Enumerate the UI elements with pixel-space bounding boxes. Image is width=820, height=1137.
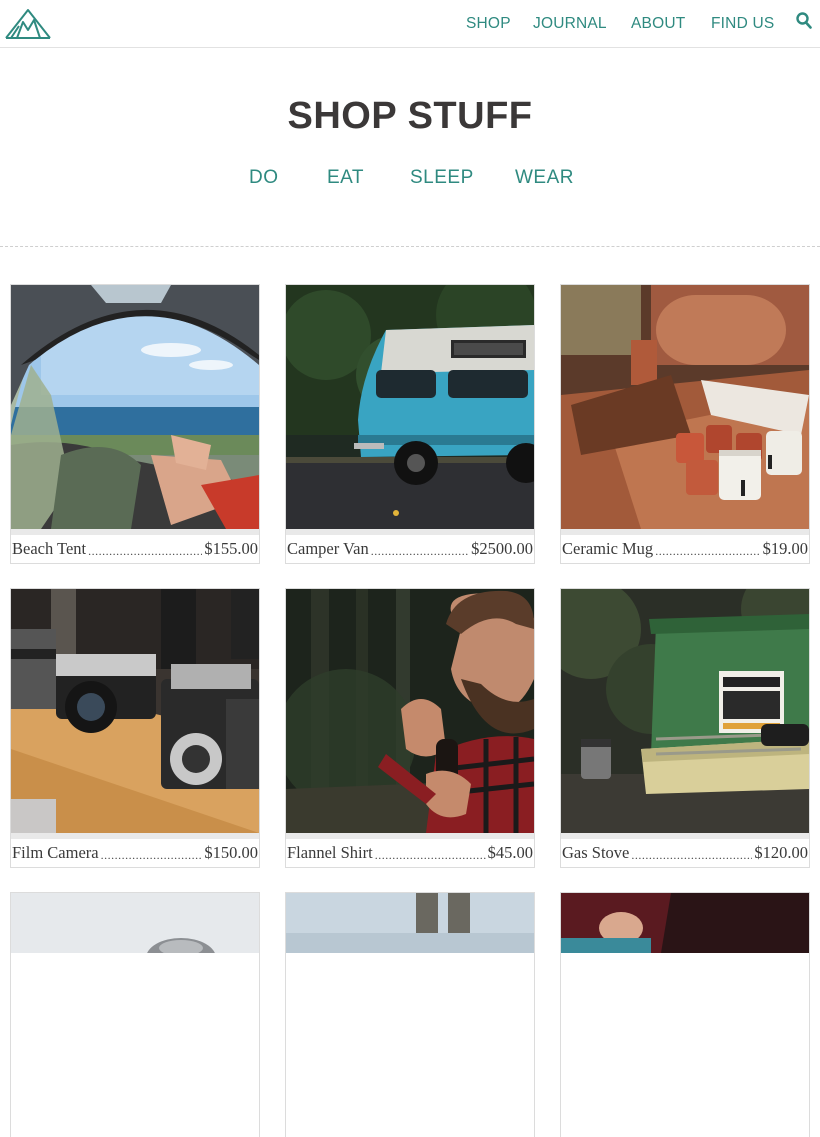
product-caption: Gas Stove ..............................… <box>561 839 809 867</box>
leader-dots: ........................................… <box>88 543 202 558</box>
leader-dots: ........................................… <box>655 543 761 558</box>
product-caption: Camper Van .............................… <box>286 535 534 563</box>
leader-dots: ........................................… <box>631 847 752 862</box>
blue-van-photo[interactable] <box>286 285 534 529</box>
product-card-camper-van[interactable]: Camper Van .............................… <box>285 284 535 564</box>
product-card-partial[interactable] <box>10 892 260 1137</box>
product-price: $155.00 <box>204 539 258 558</box>
product-card-ceramic-mug[interactable]: Ceramic Mug ............................… <box>560 284 810 564</box>
nav-find-us[interactable]: FIND US <box>711 15 774 33</box>
product-name: Flannel Shirt <box>287 843 373 862</box>
product-card-flannel-shirt[interactable]: Flannel Shirt ..........................… <box>285 588 535 868</box>
product-card-partial[interactable] <box>285 892 535 1137</box>
product-price: $2500.00 <box>471 539 533 558</box>
category-sleep[interactable]: SLEEP <box>410 167 474 189</box>
leader-dots: ........................................… <box>100 847 203 862</box>
tent-beach-photo[interactable] <box>11 285 259 529</box>
product-name: Ceramic Mug <box>562 539 654 558</box>
nav-journal[interactable]: JOURNAL <box>533 15 607 33</box>
product-price: $19.00 <box>762 539 808 558</box>
product-name: Camper Van <box>287 539 369 558</box>
cameras-shelf-photo[interactable] <box>11 589 259 833</box>
product-name: Gas Stove <box>562 843 630 862</box>
search-icon[interactable] <box>796 12 812 30</box>
tent-logo-icon[interactable] <box>5 8 52 40</box>
product-photo-partial[interactable] <box>561 893 809 1137</box>
product-caption: Film Camera ............................… <box>11 839 259 867</box>
product-card-beach-tent[interactable]: Beach Tent .............................… <box>10 284 260 564</box>
product-name: Film Camera <box>12 843 99 862</box>
dashed-divider <box>0 246 820 247</box>
page-title: SHOP STUFF <box>287 95 533 137</box>
product-price: $120.00 <box>754 843 808 862</box>
product-card-film-camera[interactable]: Film Camera ............................… <box>10 588 260 868</box>
product-name: Beach Tent <box>12 539 87 558</box>
category-wear[interactable]: WEAR <box>515 167 574 189</box>
product-caption: Ceramic Mug ............................… <box>561 535 809 563</box>
nav-about[interactable]: ABOUT <box>631 15 685 33</box>
leader-dots: ........................................… <box>374 847 486 862</box>
category-eat[interactable]: EAT <box>327 167 364 189</box>
product-card-gas-stove[interactable]: Gas Stove ..............................… <box>560 588 810 868</box>
man-pipe-photo[interactable] <box>286 589 534 833</box>
product-photo-partial[interactable] <box>286 893 534 1137</box>
camp-stove-photo[interactable] <box>561 589 809 833</box>
product-price: $45.00 <box>487 843 533 862</box>
mugs-table-photo[interactable] <box>561 285 809 529</box>
nav-shop[interactable]: SHOP <box>466 15 511 33</box>
top-navigation-bar: SHOP JOURNAL ABOUT FIND US <box>0 0 820 48</box>
product-card-partial[interactable] <box>560 892 810 1137</box>
product-caption: Flannel Shirt ..........................… <box>286 839 534 867</box>
product-caption: Beach Tent .............................… <box>11 535 259 563</box>
product-photo-partial[interactable] <box>11 893 259 1137</box>
leader-dots: ........................................… <box>370 543 470 558</box>
product-price: $150.00 <box>204 843 258 862</box>
category-do[interactable]: DO <box>249 167 279 189</box>
